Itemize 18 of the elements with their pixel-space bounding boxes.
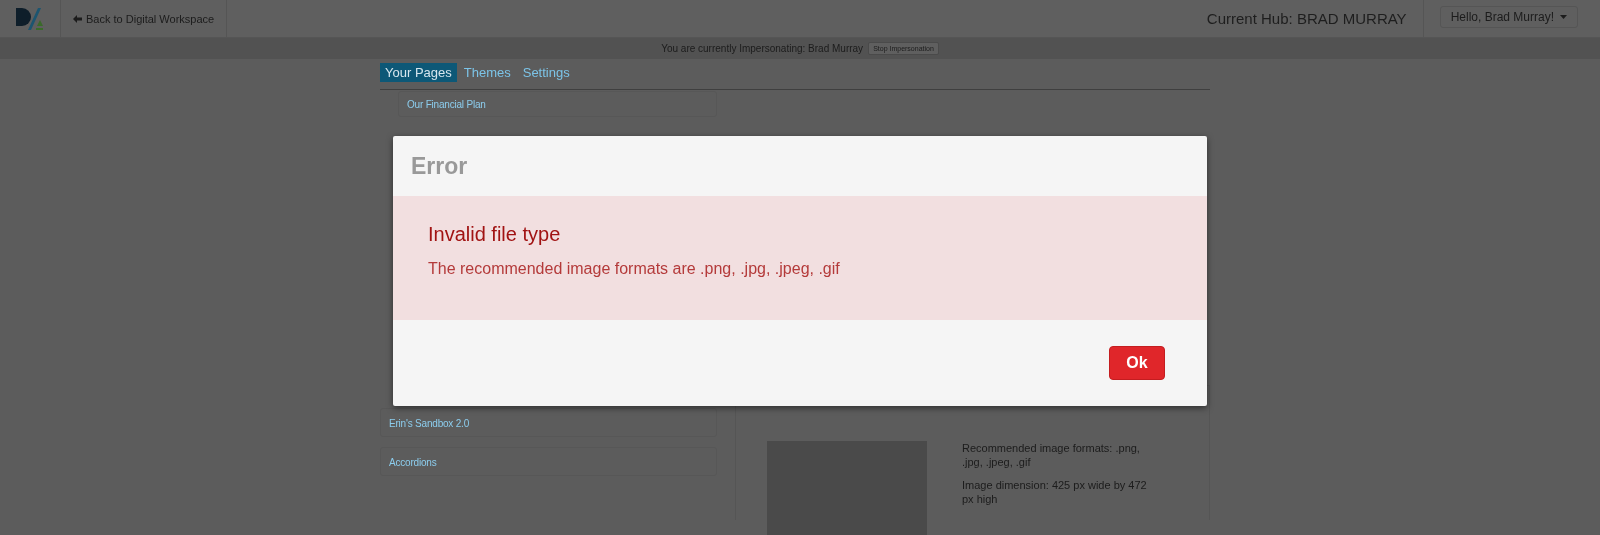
tab[interactable]: Your Pages [380,63,457,82]
page-list-item[interactable]: Erin's Sandbox 2.0 [380,408,717,437]
back-link[interactable]: Back to Digital Workspace [61,0,228,37]
error-heading: Invalid file type [428,223,562,246]
page-list-item[interactable]: Accordions [380,447,717,476]
caret-icon [1560,15,1567,19]
logo-icon [14,5,46,32]
formats-note: Recommended image formats: .png, .jpg, .jpeg, .gif [962,441,1141,469]
arrow-left-icon [73,14,82,23]
dimension-note: Image dimension: 425 px wide by 472 px high [962,478,1148,506]
error-message: The recommended image formats are .png, .jpg, .jpeg, .gif [428,260,841,278]
ok-button[interactable]: Ok [1109,346,1165,380]
tab[interactable]: Settings [517,63,575,82]
current-hub-label: Current Hub: BRAD MURRAY [1206,0,1424,37]
page-list-item[interactable]: Our Financial Plan [398,91,717,117]
user-menu-button[interactable]: Hello, Brad Murray! [1439,6,1578,28]
dialog-title: Error [411,152,468,180]
tab[interactable]: Themes [458,63,516,82]
